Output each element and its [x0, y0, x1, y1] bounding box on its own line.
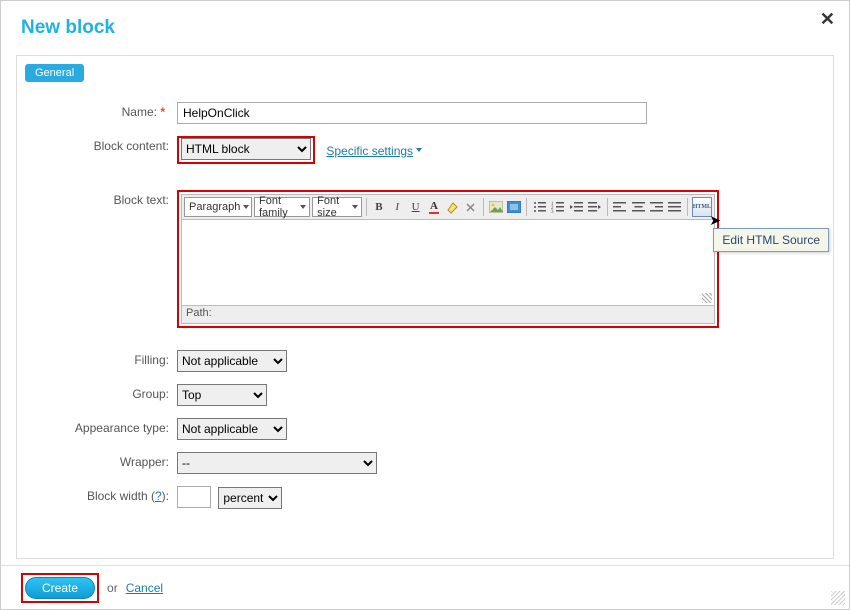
- label-block-width: Block width (?):: [35, 486, 177, 503]
- align-left-button[interactable]: [612, 197, 628, 217]
- highlight-editor: Paragraph Font family Font size B I U A: [177, 190, 719, 328]
- label-wrapper: Wrapper:: [35, 452, 177, 469]
- editor-textarea[interactable]: [181, 220, 715, 306]
- resize-handle-icon[interactable]: [702, 293, 712, 303]
- clear-format-button[interactable]: [463, 197, 479, 217]
- appearance-select[interactable]: Not applicable: [177, 418, 287, 440]
- highlight-block-content: HTML block: [177, 136, 315, 164]
- filling-select[interactable]: Not applicable: [177, 350, 287, 372]
- insert-image-button[interactable]: [488, 197, 504, 217]
- editor-toolbar: Paragraph Font family Font size B I U A: [181, 194, 715, 220]
- chevron-down-icon: [416, 148, 422, 152]
- label-block-content: Block content:: [35, 136, 177, 153]
- highlight-create: Create: [21, 573, 99, 603]
- bullet-list-button[interactable]: [531, 197, 547, 217]
- numbered-list-button[interactable]: 123: [550, 197, 566, 217]
- text-color-button[interactable]: A: [426, 197, 442, 217]
- svg-text:3: 3: [551, 210, 554, 213]
- label-group: Group:: [35, 384, 177, 401]
- rich-text-editor: Paragraph Font family Font size B I U A: [181, 194, 715, 324]
- tab-bar: General: [17, 56, 833, 86]
- block-width-help-link[interactable]: ?: [155, 489, 162, 503]
- or-text: or: [107, 581, 118, 595]
- label-name: Name:: [122, 105, 157, 119]
- underline-button[interactable]: U: [407, 197, 423, 217]
- dialog-body-scroll[interactable]: General Name: * Block content: HTML bloc…: [16, 55, 834, 559]
- dialog-footer: Create or Cancel: [1, 565, 849, 609]
- dialog-resize-icon[interactable]: [831, 591, 845, 605]
- close-icon[interactable]: ✕: [820, 9, 835, 30]
- align-right-button[interactable]: [648, 197, 664, 217]
- align-center-button[interactable]: [630, 197, 646, 217]
- insert-media-button[interactable]: [506, 197, 522, 217]
- group-select[interactable]: Top: [177, 384, 267, 406]
- align-justify-button[interactable]: [667, 197, 683, 217]
- form: Name: * Block content: HTML block Specif…: [17, 86, 833, 535]
- outdent-button[interactable]: [568, 197, 584, 217]
- new-block-dialog: ✕ New block General Name: * Block conten…: [0, 0, 850, 610]
- block-width-input[interactable]: [177, 486, 211, 508]
- indent-button[interactable]: [586, 197, 602, 217]
- tab-general[interactable]: General: [25, 64, 84, 82]
- paragraph-select[interactable]: Paragraph: [184, 197, 252, 217]
- create-button[interactable]: Create: [25, 577, 95, 599]
- block-width-unit-select[interactable]: percent: [218, 487, 282, 509]
- name-input[interactable]: [177, 102, 647, 124]
- cancel-link[interactable]: Cancel: [126, 581, 163, 595]
- font-family-select[interactable]: Font family: [254, 197, 310, 217]
- wrapper-select[interactable]: --: [177, 452, 377, 474]
- block-content-select[interactable]: HTML block: [181, 138, 311, 160]
- bold-button[interactable]: B: [371, 197, 387, 217]
- label-appearance: Appearance type:: [35, 418, 177, 435]
- italic-button[interactable]: I: [389, 197, 405, 217]
- font-size-select[interactable]: Font size: [312, 197, 362, 217]
- label-block-text: Block text:: [35, 190, 177, 207]
- label-filling: Filling:: [35, 350, 177, 367]
- cursor-icon: ➤: [709, 212, 721, 229]
- dialog-title: New block: [1, 1, 849, 53]
- editor-path-bar: Path:: [181, 306, 715, 324]
- html-source-tooltip: Edit HTML Source: [713, 228, 829, 252]
- specific-settings-link[interactable]: Specific settings: [326, 144, 413, 158]
- bg-color-button[interactable]: [444, 197, 460, 217]
- required-icon: *: [160, 105, 165, 119]
